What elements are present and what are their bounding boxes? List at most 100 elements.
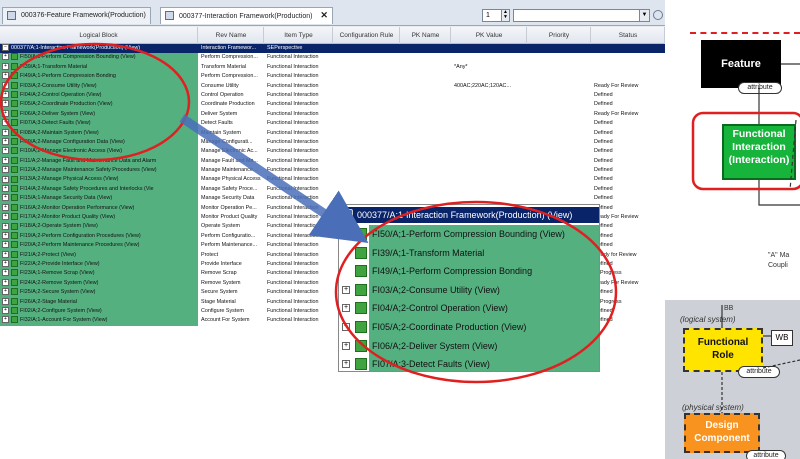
tab-bar: 000376-Feature Framework(Production) 000…: [0, 0, 665, 26]
expand-icon[interactable]: +: [2, 147, 9, 155]
tab-feature-framework[interactable]: 000376-Feature Framework(Production): [2, 7, 151, 24]
table-row[interactable]: + FI04/A;2-Control Operation (View) Contro…: [0, 90, 665, 101]
zoom-header-row[interactable]: 000377/A;1-Interaction Framework(Product…: [339, 207, 599, 223]
table-row[interactable]: + FI07/A;3-Detect Faults (View) Detect Fau…: [0, 119, 665, 129]
expand-icon[interactable]: +: [2, 260, 9, 268]
cell-logical-block: + FI16/A;2-Monitor Operation Performance …: [0, 203, 198, 214]
cell-item-type: Functional Interaction: [267, 63, 319, 70]
cell-status: Defined: [594, 185, 613, 192]
expand-icon[interactable]: +: [2, 72, 9, 80]
cell-logical-block: + FI05/A;2-Coordinate Production (View): [0, 100, 198, 110]
filter-dropdown[interactable]: ▼: [513, 9, 650, 22]
table-row[interactable]: + FI15/A;1-Manage Security Data (View) Man…: [0, 194, 665, 204]
expand-icon[interactable]: +: [2, 288, 9, 296]
cell-status: Defined: [594, 148, 613, 155]
table-row[interactable]: + FI13/A;2-Manage Physical Access (View) M…: [0, 175, 665, 185]
expand-icon[interactable]: +: [2, 81, 9, 89]
table-row[interactable]: + FI11/A;2-Manage Fault and Maintenance D…: [0, 156, 665, 167]
item-icon: [11, 137, 18, 145]
table-row[interactable]: + FI12/A;2-Manage Maintenance Safety Proc…: [0, 166, 665, 176]
zoom-tree-row[interactable]: + FI07/A;3-Detect Faults (View): [339, 355, 599, 371]
item-icon: [11, 194, 18, 202]
expand-icon[interactable]: +: [2, 241, 9, 249]
expand-icon[interactable]: +: [2, 222, 9, 230]
refresh-icon[interactable]: [653, 10, 663, 20]
chevron-down-icon[interactable]: ▼: [639, 10, 649, 21]
zoom-tree-row[interactable]: + FI04/A;2-Control Operation (View): [339, 299, 599, 318]
expand-icon[interactable]: +: [2, 307, 9, 315]
table-row[interactable]: + FI10/A;2-Manage Electronic Access (View…: [0, 147, 665, 157]
cell-item-type: Functional Interaction: [267, 307, 319, 314]
expand-icon[interactable]: +: [2, 119, 9, 127]
expand-icon[interactable]: +: [342, 360, 350, 369]
row-label: FI26/A;2-Stage Material: [20, 298, 77, 305]
table-row[interactable]: + FI49/A;1-Perform Compression Bonding Per…: [0, 72, 665, 82]
table-row[interactable]: + FI50/A;1-Perform Compression Bounding (…: [0, 53, 665, 63]
expand-icon[interactable]: +: [2, 156, 9, 164]
spinner-icon[interactable]: ▲ ▼: [501, 10, 509, 21]
column-header-pk-name[interactable]: PK Name: [401, 27, 451, 44]
expand-icon[interactable]: +: [2, 109, 9, 117]
table-row[interactable]: + FI08/A;2-Maintain System (View) Maintain…: [0, 128, 665, 138]
expand-icon[interactable]: +: [2, 100, 9, 108]
expand-icon[interactable]: +: [2, 166, 9, 174]
item-icon: [11, 278, 18, 286]
expand-icon[interactable]: +: [2, 194, 9, 202]
table-row[interactable]: −000377/A;1-Interaction Framework(Produc…: [0, 44, 665, 54]
column-header-logical-block[interactable]: Logical Block: [0, 27, 198, 44]
column-header-pk-value[interactable]: PK Value: [452, 27, 527, 44]
expand-icon[interactable]: +: [342, 341, 350, 350]
expand-icon[interactable]: +: [2, 316, 9, 324]
table-row[interactable]: + FI06/A;2-Deliver System (View) Deliver S…: [0, 109, 665, 120]
table-row[interactable]: + FI05/A;2-Coordinate Production (View) Co…: [0, 100, 665, 110]
expand-icon[interactable]: +: [2, 250, 9, 258]
expand-icon[interactable]: +: [2, 184, 9, 192]
expand-icon[interactable]: +: [2, 203, 9, 211]
zoom-tree-row[interactable]: FI39/A;1-Transform Material: [339, 243, 599, 263]
zoom-tree-row[interactable]: + FI06/A;2-Deliver System (View): [339, 336, 599, 356]
column-header-priority[interactable]: Priority: [528, 27, 591, 44]
page-number-stepper[interactable]: 1 ▲ ▼: [482, 9, 510, 22]
expand-icon[interactable]: +: [342, 322, 350, 331]
cell-logical-block: + FI11/A;2-Manage Fault and Maintenance D…: [0, 156, 198, 167]
expand-icon[interactable]: +: [2, 213, 9, 221]
expand-icon[interactable]: +: [2, 53, 9, 61]
table-row[interactable]: + FI03/A;2-Consume Utility (View) Consume …: [0, 81, 665, 91]
expand-icon[interactable]: +: [2, 175, 9, 183]
zoom-tree-row[interactable]: + FI50/A;1-Perform Compression Bounding (…: [339, 225, 599, 244]
cell-item-type: Functional Interaction: [267, 167, 319, 174]
column-header-rev-name[interactable]: Rev Name: [199, 27, 264, 44]
zoom-tree-row[interactable]: + FI05/A;2-Coordinate Production (View): [339, 317, 599, 337]
column-header-configuration-rule[interactable]: Configuration Rule: [334, 27, 400, 44]
zoom-tree-row[interactable]: + FI03/A;2-Consume Utility (View): [339, 280, 599, 300]
cell-item-type: Functional Interaction: [267, 148, 319, 155]
table-row[interactable]: + FI14/A;2-Manage Safety Procedures and I…: [0, 184, 665, 195]
cell-rev-name: Manage Electronic Ac...: [201, 148, 258, 155]
expand-icon[interactable]: +: [2, 269, 9, 277]
item-icon: [11, 269, 18, 277]
expand-icon[interactable]: +: [2, 231, 9, 239]
cell-logical-block: + FI22/A;2-Provide Interface (View): [0, 259, 198, 270]
expand-icon[interactable]: +: [342, 285, 350, 294]
cell-logical-block: + FI23/A;1-Remove Scrap (View): [0, 269, 198, 279]
expand-icon[interactable]: +: [342, 230, 350, 238]
column-header-status[interactable]: Status: [592, 27, 665, 44]
expand-icon[interactable]: +: [2, 91, 9, 99]
expand-icon[interactable]: +: [2, 62, 9, 70]
close-icon[interactable]: ✕: [320, 10, 328, 20]
zoomed-tree-callout: 000377/A;1-Interaction Framework(Product…: [338, 204, 600, 372]
zoom-tree-row[interactable]: FI49/A;1-Perform Compression Bonding: [339, 262, 599, 281]
column-header-item-type[interactable]: Item Type: [265, 27, 333, 44]
table-row[interactable]: + FI39/A;1-Transform Material Transform Ma…: [0, 62, 665, 73]
expand-icon[interactable]: +: [342, 304, 350, 313]
collapse-icon[interactable]: −: [2, 44, 9, 52]
cell-rev-name: Perform Configuratio...: [201, 232, 256, 239]
expand-icon[interactable]: +: [2, 278, 9, 286]
table-row[interactable]: + FI09/A;2-Manage Configuration Data (Vie…: [0, 137, 665, 148]
item-icon: [355, 246, 367, 259]
expand-icon[interactable]: +: [2, 128, 9, 136]
tab-interaction-framework[interactable]: 000377-Interaction Framework(Production)…: [160, 7, 333, 24]
item-icon: [11, 166, 18, 174]
expand-icon[interactable]: +: [2, 297, 9, 305]
expand-icon[interactable]: +: [2, 137, 9, 145]
